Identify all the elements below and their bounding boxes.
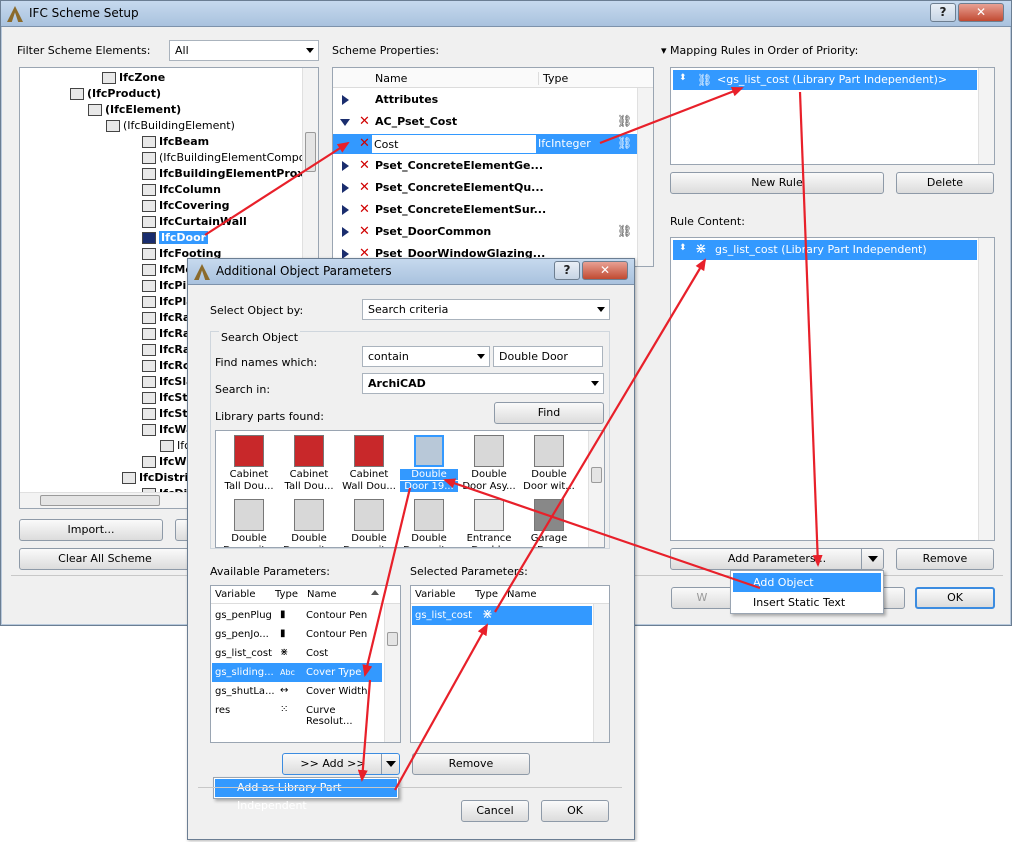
arrow-door-to-cost (204, 141, 350, 236)
arrow-cost-to-rule (599, 86, 744, 145)
arrow-library-to-param (362, 487, 412, 677)
arrow-menu-to-library (443, 478, 761, 590)
arrow-param-to-add (357, 679, 372, 782)
arrow-add-to-selected (394, 623, 488, 791)
annotation-arrows (204, 86, 823, 791)
arrow-rule-to-add-params (798, 91, 823, 567)
